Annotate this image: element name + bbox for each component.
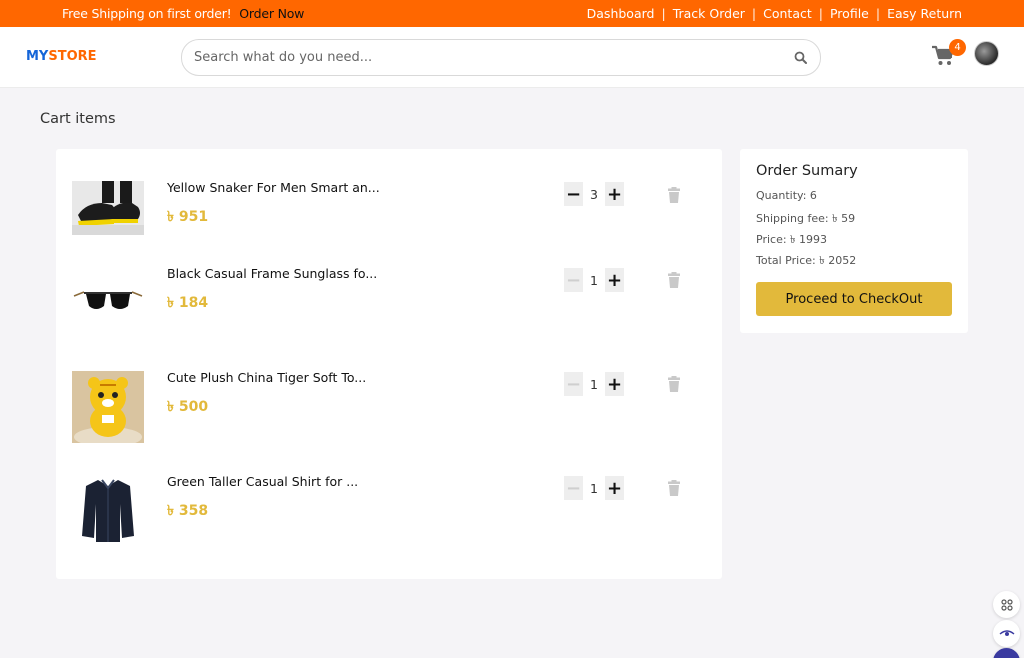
nav-separator: | [818, 6, 823, 21]
decrease-quantity-button[interactable]: − [564, 182, 583, 206]
quantity-stepper: − 1 + [564, 372, 624, 396]
quantity-stepper: − 3 + [564, 182, 624, 206]
cart-item: Yellow Snaker For Men Smart an... ৳ 951 … [56, 180, 722, 260]
order-now-link[interactable]: Order Now [239, 6, 304, 21]
increase-quantity-button[interactable]: + [605, 372, 624, 396]
quantity-stepper: − 1 + [564, 268, 624, 292]
summary-shipping-fee: Shipping fee: ৳ 59 [756, 212, 856, 225]
cart-items-title: Cart items [40, 111, 116, 127]
product-image-sunglass[interactable] [72, 266, 144, 338]
trash-icon[interactable] [667, 376, 681, 392]
order-summary-title: Order Sumary [756, 163, 858, 179]
cart-items-panel: Yellow Snaker For Men Smart an... ৳ 951 … [56, 149, 722, 579]
proceed-to-checkout-button[interactable]: Proceed to CheckOut [756, 282, 952, 316]
product-image-plush-tiger[interactable] [72, 371, 144, 443]
nav-separator: | [875, 6, 881, 21]
increase-quantity-button[interactable]: + [605, 182, 624, 206]
product-price: ৳ 184 [167, 295, 209, 311]
eye-icon[interactable] [993, 620, 1020, 647]
product-price: ৳ 358 [167, 503, 209, 519]
product-image-sneaker[interactable] [72, 181, 144, 235]
product-name[interactable]: Black Casual Frame Sunglass fo... [167, 266, 377, 281]
nav-track-order-link[interactable]: Track Order [673, 6, 745, 21]
nav-separator: | [661, 6, 666, 21]
product-price: ৳ 951 [167, 209, 209, 225]
quantity-value: 3 [590, 186, 598, 202]
decrease-quantity-button[interactable]: − [564, 268, 583, 292]
order-summary-panel: Order Sumary Quantity: 6 Shipping fee: ৳… [740, 149, 968, 333]
nav-profile-link[interactable]: Profile [830, 6, 869, 21]
trash-icon[interactable] [667, 480, 681, 496]
decrease-quantity-button[interactable]: − [564, 372, 583, 396]
search-input[interactable] [194, 50, 792, 65]
search-bar [181, 39, 821, 76]
user-avatar[interactable] [974, 41, 999, 66]
quantity-value: 1 [590, 272, 598, 288]
trash-icon[interactable] [667, 187, 681, 203]
increase-quantity-button[interactable]: + [605, 476, 624, 500]
summary-total-price: Total Price: ৳ 2052 [756, 254, 857, 267]
decrease-quantity-button[interactable]: − [564, 476, 583, 500]
nav-easy-return-link[interactable]: Easy Return [887, 6, 962, 21]
cart-item: Green Taller Casual Shirt for ... ৳ 358 … [56, 474, 722, 554]
top-promo-bar: Free Shipping on first order! Order Now … [0, 0, 1024, 27]
product-name[interactable]: Green Taller Casual Shirt for ... [167, 474, 358, 489]
product-name[interactable]: Yellow Snaker For Men Smart an... [167, 180, 380, 195]
cart-count-badge: 4 [949, 39, 966, 56]
promo-text-container: Free Shipping on first order! Order Now [62, 6, 304, 21]
main-header: MYSTORE 4 [0, 27, 1024, 88]
logo-store: STORE [48, 49, 97, 64]
product-price: ৳ 500 [167, 399, 209, 415]
nav-dashboard-link[interactable]: Dashboard [587, 6, 655, 21]
product-image-shirt[interactable] [72, 474, 144, 546]
nav-contact-link[interactable]: Contact [763, 6, 812, 21]
nav-separator: | [751, 6, 757, 21]
summary-quantity: Quantity: 6 [756, 189, 817, 202]
summary-price: Price: ৳ 1993 [756, 233, 828, 246]
trash-icon[interactable] [667, 272, 681, 288]
search-icon[interactable] [792, 50, 808, 66]
cart-item: Black Casual Frame Sunglass fo... ৳ 184 … [56, 266, 722, 346]
cart-button[interactable]: 4 [931, 39, 966, 71]
increase-quantity-button[interactable]: + [605, 268, 624, 292]
logo-my: MY [26, 49, 49, 64]
store-logo[interactable]: MYSTORE [26, 49, 97, 64]
promo-text: Free Shipping on first order! [62, 6, 232, 21]
product-name[interactable]: Cute Plush China Tiger Soft To... [167, 370, 366, 385]
apps-grid-icon[interactable] [993, 591, 1020, 618]
quantity-value: 1 [590, 480, 598, 496]
quantity-value: 1 [590, 376, 598, 392]
cart-item: Cute Plush China Tiger Soft To... ৳ 500 … [56, 370, 722, 450]
top-nav-links: Dashboard | Track Order | Contact | Prof… [587, 6, 962, 21]
quantity-stepper: − 1 + [564, 476, 624, 500]
chat-widget-icon[interactable] [993, 648, 1020, 658]
